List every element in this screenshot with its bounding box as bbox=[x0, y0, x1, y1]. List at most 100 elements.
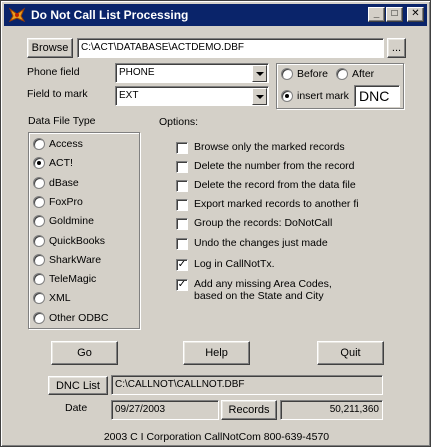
radio-icon bbox=[33, 234, 45, 247]
radio-icon bbox=[33, 138, 45, 150]
before-label: Before bbox=[297, 68, 328, 80]
option-checkbox[interactable]: Export marked records to another fi bbox=[176, 198, 359, 211]
option-label-line: Delete the number from the record bbox=[194, 160, 355, 172]
checkmark-icon: ✓ bbox=[176, 259, 188, 271]
data-file-type-option[interactable]: SharkWare bbox=[33, 253, 102, 266]
title-bar[interactable]: Do Not Call List Processing _ □ ✕ bbox=[4, 4, 427, 26]
data-file-type-option[interactable]: FoxPro bbox=[33, 195, 83, 208]
radio-icon bbox=[33, 253, 45, 266]
option-checkbox[interactable]: Delete the record from the data file bbox=[176, 179, 356, 192]
radio-selected-icon bbox=[33, 157, 45, 170]
option-checkbox[interactable]: ✓ Add any missing Area Codes, based on the… bbox=[176, 278, 332, 302]
data-file-type-option-label: Access bbox=[49, 138, 83, 150]
checkbox-icon bbox=[176, 180, 188, 192]
app-logo-icon bbox=[8, 7, 26, 23]
option-label: Log in CallNotTx. bbox=[194, 258, 275, 270]
data-file-type-option-label: FoxPro bbox=[49, 195, 83, 208]
option-checkbox[interactable]: Undo the changes just made bbox=[176, 237, 328, 250]
window-title: Do Not Call List Processing bbox=[31, 8, 189, 22]
checkbox-icon bbox=[176, 238, 188, 250]
option-label-line: Log in CallNotTx. bbox=[194, 258, 275, 270]
option-checkbox[interactable]: Browse only the marked records bbox=[176, 141, 345, 154]
data-file-type-option[interactable]: Goldmine bbox=[33, 215, 94, 228]
option-label-line: Add any missing Area Codes, bbox=[194, 278, 332, 290]
mark-value-field[interactable]: DNC bbox=[354, 85, 400, 107]
close-button[interactable]: ✕ bbox=[407, 7, 424, 22]
data-file-type-option-label: QuickBooks bbox=[49, 234, 106, 247]
phone-field-select[interactable]: PHONE bbox=[115, 63, 269, 83]
options-label: Options: bbox=[159, 116, 199, 128]
records-button[interactable]: Records bbox=[221, 400, 277, 420]
radio-icon bbox=[33, 215, 45, 228]
option-label: Delete the record from the data file bbox=[194, 179, 356, 191]
option-label: Group the records: DoNotCall bbox=[194, 217, 332, 229]
radio-icon bbox=[336, 68, 348, 80]
option-label: Delete the number from the record bbox=[194, 160, 355, 172]
close-icon: ✕ bbox=[411, 8, 420, 19]
data-file-type-option[interactable]: Other ODBC bbox=[33, 311, 109, 324]
dnc-list-button[interactable]: DNC List bbox=[48, 376, 108, 395]
checkbox-icon bbox=[176, 142, 188, 154]
radio-icon bbox=[33, 311, 45, 324]
date-field: 09/27/2003 bbox=[111, 400, 219, 420]
data-file-type-option-label: dBase bbox=[49, 176, 79, 189]
maximize-icon: □ bbox=[391, 8, 398, 19]
data-file-type-option[interactable]: TeleMagic bbox=[33, 273, 97, 286]
radio-icon bbox=[33, 195, 45, 208]
option-label-line: Export marked records to another fi bbox=[194, 198, 359, 210]
radio-icon bbox=[33, 176, 45, 189]
option-label: Add any missing Area Codes, based on the … bbox=[194, 278, 332, 302]
checkbox-icon bbox=[176, 218, 188, 230]
go-button[interactable]: Go bbox=[51, 341, 118, 365]
after-radio[interactable]: After bbox=[336, 68, 374, 80]
after-label: After bbox=[352, 68, 375, 80]
data-file-type-option[interactable]: dBase bbox=[33, 176, 79, 189]
data-file-type-option[interactable]: QuickBooks bbox=[33, 234, 106, 247]
dnc-list-path-field: C:\CALLNOT\CALLNOT.DBF bbox=[111, 375, 383, 395]
minimize-button[interactable]: _ bbox=[368, 7, 385, 22]
option-label-line: Undo the changes just made bbox=[194, 237, 328, 249]
data-file-type-option-label: XML bbox=[49, 292, 71, 305]
checkbox-icon bbox=[176, 161, 188, 173]
field-to-mark-value: EXT bbox=[119, 90, 139, 101]
database-path-field[interactable]: C:\ACT\DATABASE\ACTDEMO.DBF bbox=[77, 38, 384, 58]
before-radio[interactable]: Before bbox=[281, 68, 328, 80]
data-file-type-option-label: SharkWare bbox=[49, 253, 102, 266]
option-label: Export marked records to another fi bbox=[194, 198, 359, 210]
option-checkbox[interactable]: Group the records: DoNotCall bbox=[176, 217, 332, 230]
data-file-type-option-label: ACT! bbox=[49, 157, 73, 170]
data-file-type-option-label: Other ODBC bbox=[49, 311, 109, 324]
phone-field-label: Phone field bbox=[27, 66, 80, 78]
data-file-type-option[interactable]: Access bbox=[33, 138, 83, 150]
help-button[interactable]: Help bbox=[183, 341, 250, 365]
field-to-mark-select[interactable]: EXT bbox=[115, 86, 269, 106]
phone-field-value: PHONE bbox=[119, 67, 155, 78]
chevron-down-icon[interactable] bbox=[252, 65, 267, 82]
browse-button[interactable]: Browse bbox=[27, 38, 73, 58]
option-label: Undo the changes just made bbox=[194, 237, 328, 249]
option-label-line: based on the State and City bbox=[194, 290, 324, 302]
field-to-mark-label: Field to mark bbox=[27, 88, 88, 100]
option-label-line: Browse only the marked records bbox=[194, 141, 345, 153]
data-file-type-option[interactable]: ACT! bbox=[33, 157, 73, 170]
minimize-icon: _ bbox=[373, 8, 380, 19]
radio-icon bbox=[281, 68, 293, 80]
main-window: Do Not Call List Processing _ □ ✕ Browse… bbox=[0, 0, 431, 447]
insert-mark-radio[interactable]: insert mark bbox=[281, 90, 349, 102]
option-checkbox[interactable]: ✓ Log in CallNotTx. bbox=[176, 258, 275, 271]
maximize-button[interactable]: □ bbox=[386, 7, 403, 22]
option-checkbox[interactable]: Delete the number from the record bbox=[176, 160, 355, 173]
quit-button[interactable]: Quit bbox=[317, 341, 384, 365]
checkbox-icon bbox=[176, 199, 188, 211]
checkmark-icon: ✓ bbox=[176, 279, 188, 291]
records-count-field: 50,211,360 bbox=[280, 400, 383, 420]
radio-icon bbox=[33, 292, 45, 305]
data-file-type-label: Data File Type bbox=[28, 115, 96, 127]
chevron-down-icon[interactable] bbox=[252, 88, 267, 105]
insert-mark-label: insert mark bbox=[297, 90, 349, 102]
data-file-type-option[interactable]: XML bbox=[33, 292, 71, 305]
data-file-type-option-label: TeleMagic bbox=[49, 273, 97, 286]
browse-ellipsis-button[interactable]: ... bbox=[387, 38, 406, 58]
option-label-line: Delete the record from the data file bbox=[194, 179, 356, 191]
footer-credits: 2003 C I Corporation CallNotCom 800-639-… bbox=[103, 431, 330, 443]
